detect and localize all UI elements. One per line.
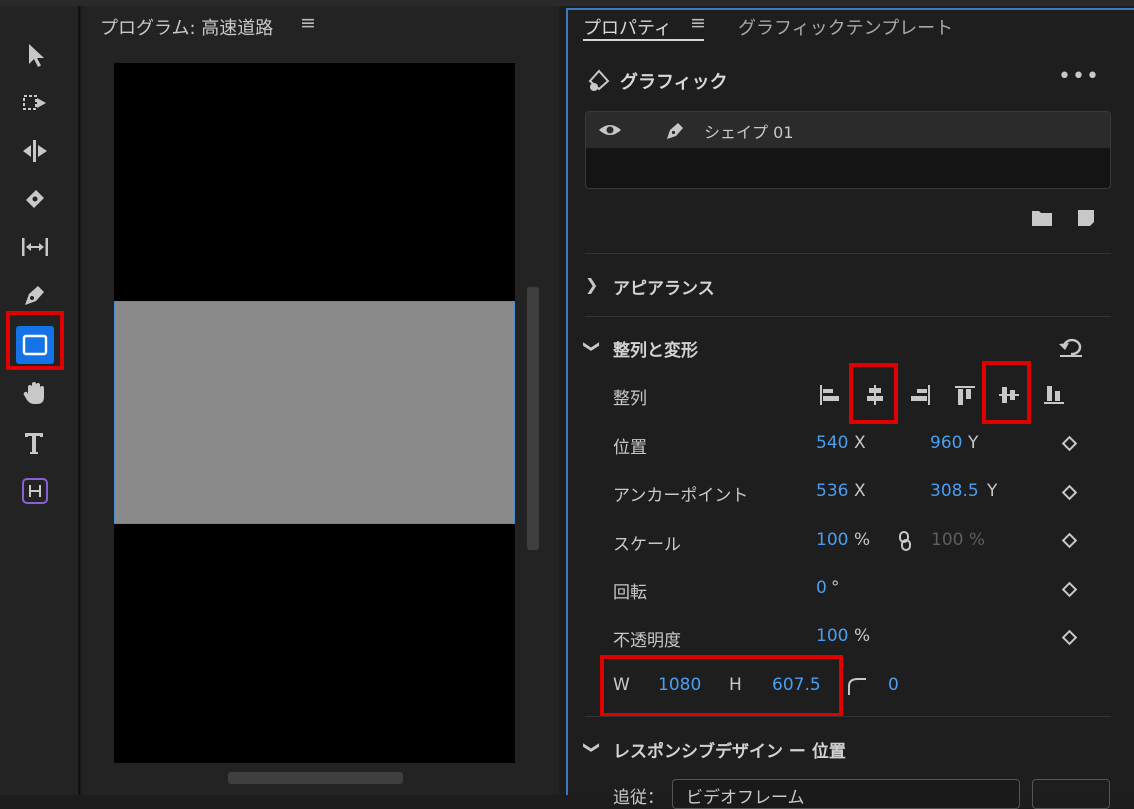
align-top-icon[interactable]	[953, 383, 977, 407]
position-x-value[interactable]: 540	[816, 433, 848, 453]
scale-value[interactable]: 100	[816, 530, 848, 550]
follow-dropdown-value: ビデオフレーム	[686, 788, 805, 808]
anchor-x-value[interactable]: 536	[816, 481, 848, 501]
opacity-unit: %	[854, 626, 871, 646]
rotation-value[interactable]: 0	[816, 578, 827, 598]
size-highlight	[600, 655, 843, 717]
rectangle-tool-highlight	[6, 311, 64, 370]
align-right-icon[interactable]	[909, 383, 933, 407]
rectangle-shape[interactable]	[114, 301, 515, 524]
follow-label: 追従：	[613, 788, 664, 808]
rotation-label: 回転	[613, 583, 647, 603]
anchor-y-unit: Y	[987, 481, 998, 501]
tab-menu-icon[interactable]: ≡	[690, 12, 706, 34]
razor-icon[interactable]	[16, 180, 54, 218]
layer-name: シェイプ 01	[704, 123, 794, 142]
anchor-x-unit: X	[854, 481, 866, 501]
divider	[585, 253, 1111, 254]
hand-icon[interactable]	[16, 374, 54, 412]
align-left-icon[interactable]	[817, 383, 841, 407]
pen-icon	[667, 123, 683, 139]
appearance-section[interactable]: アピアランス	[613, 274, 715, 299]
remix-icon[interactable]	[16, 472, 54, 510]
eye-icon[interactable]	[598, 120, 622, 140]
more-options-icon[interactable]: •••	[1058, 64, 1100, 89]
rotation-unit: °	[831, 578, 840, 598]
responsive-design-section[interactable]: レスポンシブデザイン ー 位置	[613, 737, 846, 762]
anchor-y-value[interactable]: 308.5	[930, 481, 979, 501]
selection-tool-icon[interactable]	[16, 36, 54, 74]
tab-properties[interactable]: プロパティ	[583, 14, 672, 40]
vertical-scrollbar[interactable]	[527, 287, 539, 550]
monitor-title: プログラム: 高速道路	[100, 18, 274, 39]
tab-graphic-templates[interactable]: グラフィックテンプレート	[738, 14, 953, 40]
tools-panel	[0, 6, 80, 795]
corner-radius-value[interactable]: 0	[888, 675, 899, 695]
graphic-icon	[588, 69, 610, 91]
track-select-icon[interactable]	[16, 84, 54, 122]
link-icon[interactable]	[898, 531, 912, 551]
opacity-label: 不透明度	[613, 631, 681, 651]
new-layer-icon[interactable]	[1076, 208, 1096, 228]
slip-icon[interactable]	[16, 228, 54, 266]
position-y-value[interactable]: 960	[930, 433, 962, 453]
corner-radius-icon	[848, 678, 866, 695]
position-label: 位置	[613, 438, 647, 458]
chevron-right-icon[interactable]: ❯	[585, 275, 598, 294]
pin-to-button[interactable]	[1032, 779, 1110, 809]
layer-list: シェイプ 01	[585, 111, 1111, 189]
scale-unit: %	[854, 530, 871, 550]
section-title: グラフィック	[620, 72, 728, 93]
active-tab-indicator	[583, 39, 704, 41]
horizontal-scrollbar[interactable]	[228, 772, 403, 784]
divider	[585, 716, 1111, 717]
align-h-center-highlight	[849, 363, 898, 424]
scale-linked-value: 100 %	[931, 530, 986, 550]
layer-row[interactable]: シェイプ 01	[586, 112, 1110, 148]
reset-icon[interactable]	[1058, 336, 1084, 358]
folder-icon[interactable]	[1031, 208, 1053, 228]
ripple-edit-icon[interactable]	[16, 132, 54, 170]
pen-icon[interactable]	[16, 276, 54, 314]
scale-label: スケール	[613, 535, 681, 555]
divider	[585, 316, 1111, 317]
chevron-down-icon[interactable]: ❯	[583, 741, 602, 754]
align-v-center-highlight	[982, 361, 1031, 424]
align-label: 整列	[613, 389, 647, 409]
anchor-label: アンカーポイント	[613, 486, 749, 506]
chevron-down-icon[interactable]: ❯	[583, 340, 602, 353]
align-transform-section[interactable]: 整列と変形	[613, 336, 698, 361]
opacity-value[interactable]: 100	[816, 626, 848, 646]
type-icon[interactable]	[16, 424, 54, 462]
position-y-unit: Y	[968, 433, 979, 453]
position-x-unit: X	[854, 433, 866, 453]
align-bottom-icon[interactable]	[1042, 383, 1066, 407]
monitor-menu-icon[interactable]: ≡	[300, 12, 316, 34]
